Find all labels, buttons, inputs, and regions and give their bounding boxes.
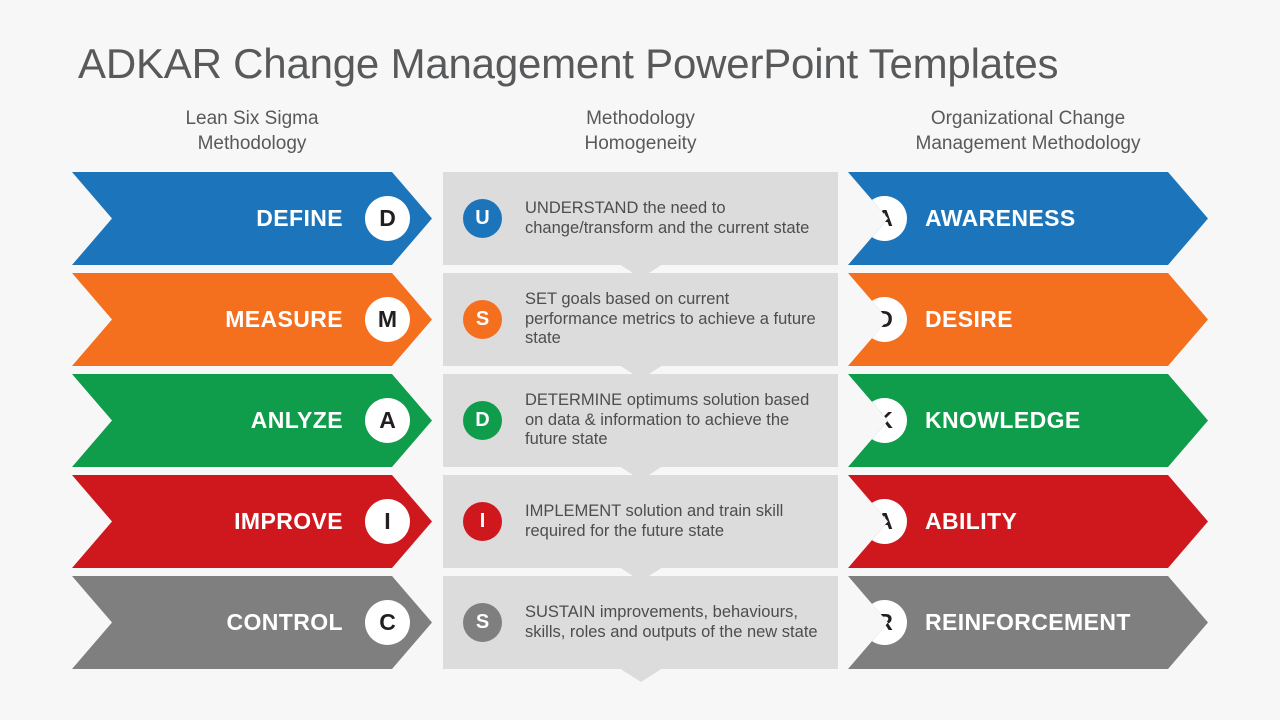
chevron-anlyze[interactable]: ANLYZE A (72, 374, 432, 467)
chevron-reinforcement-badge: R (862, 600, 907, 645)
chevron-awareness-badge: A (862, 196, 907, 241)
description-block-determine[interactable]: D DETERMINE optimums solution based on d… (443, 374, 838, 480)
chevron-define[interactable]: DEFINE D (72, 172, 432, 265)
chevron-desire[interactable]: D DESIRE (848, 273, 1208, 366)
description-badge-implement: I (463, 502, 502, 541)
chevron-reinforcement-label: REINFORCEMENT (925, 609, 1131, 635)
adkar-column: A AWARENESS D DESIRE K KNOWLEDGE A ABILI… (848, 172, 1208, 677)
description-text-understand: UNDERSTAND the need to change/transform … (525, 199, 810, 237)
chevron-reinforcement[interactable]: R REINFORCEMENT (848, 576, 1208, 669)
chevron-awareness-label: AWARENESS (925, 205, 1076, 231)
chevron-define-badge: D (365, 196, 410, 241)
description-text-set: SET goals based on current performance m… (525, 290, 816, 348)
chevron-knowledge[interactable]: K KNOWLEDGE (848, 374, 1208, 467)
chevron-anlyze-label: ANLYZE (250, 407, 343, 433)
chevron-control-label: CONTROL (226, 609, 343, 635)
column-header-right-line2: Management Methodology (915, 133, 1141, 154)
chevron-measure-label: MEASURE (225, 306, 343, 332)
chevron-desire-badge: D (862, 297, 907, 342)
column-header-middle-line1: Methodology (586, 108, 695, 129)
column-header-middle-line2: Homogeneity (584, 133, 697, 154)
description-badge-understand: U (463, 199, 502, 238)
description-text-determine: DETERMINE optimums solution based on dat… (525, 391, 810, 449)
description-badge-sustain: S (463, 603, 502, 642)
chevron-desire-label: DESIRE (925, 306, 1014, 332)
chevron-control-badge: C (365, 600, 410, 645)
chevron-improve[interactable]: IMPROVE I (72, 475, 432, 568)
chevron-knowledge-badge: K (862, 398, 907, 443)
chevron-improve-badge: I (365, 499, 410, 544)
chevron-measure[interactable]: MEASURE M (72, 273, 432, 366)
column-header-right: Organizational Change Management Methodo… (848, 106, 1208, 156)
slide-canvas: ADKAR Change Management PowerPoint Templ… (0, 0, 1280, 720)
chevron-anlyze-badge: A (365, 398, 410, 443)
chevron-improve-label: IMPROVE (234, 508, 343, 534)
chevron-awareness[interactable]: A AWARENESS (848, 172, 1208, 265)
column-header-left-line2: Methodology (197, 133, 307, 154)
description-badge-set: S (463, 300, 502, 339)
methodology-homogeneity-column: U UNDERSTAND the need to change/transfor… (443, 172, 838, 682)
description-badge-determine: D (463, 401, 502, 440)
description-block-understand[interactable]: U UNDERSTAND the need to change/transfor… (443, 172, 838, 278)
description-block-set[interactable]: S SET goals based on current performance… (443, 273, 838, 379)
description-block-implement[interactable]: I IMPLEMENT solution and train skill req… (443, 475, 838, 581)
column-header-left-line1: Lean Six Sigma (185, 108, 319, 129)
chevron-ability-badge: A (862, 499, 907, 544)
column-header-right-line1: Organizational Change (930, 108, 1126, 129)
column-header-left: Lean Six Sigma Methodology (72, 106, 432, 156)
chevron-define-label: DEFINE (256, 205, 343, 231)
chevron-ability-label: ABILITY (925, 508, 1018, 534)
description-block-sustain[interactable]: S SUSTAIN improvements, behaviours, skil… (443, 576, 838, 682)
lean-six-sigma-column: DEFINE D MEASURE M ANLYZE A IMPROVE I CO… (72, 172, 432, 677)
chevron-measure-badge: M (365, 297, 410, 342)
column-header-middle: Methodology Homogeneity (443, 106, 838, 156)
chevron-ability[interactable]: A ABILITY (848, 475, 1208, 568)
page-title: ADKAR Change Management PowerPoint Templ… (78, 40, 1059, 87)
chevron-knowledge-label: KNOWLEDGE (925, 407, 1081, 433)
description-text-implement: IMPLEMENT solution and train skill requi… (525, 502, 784, 540)
chevron-control[interactable]: CONTROL C (72, 576, 432, 669)
description-text-sustain: SUSTAIN improvements, behaviours, skills… (525, 603, 818, 641)
